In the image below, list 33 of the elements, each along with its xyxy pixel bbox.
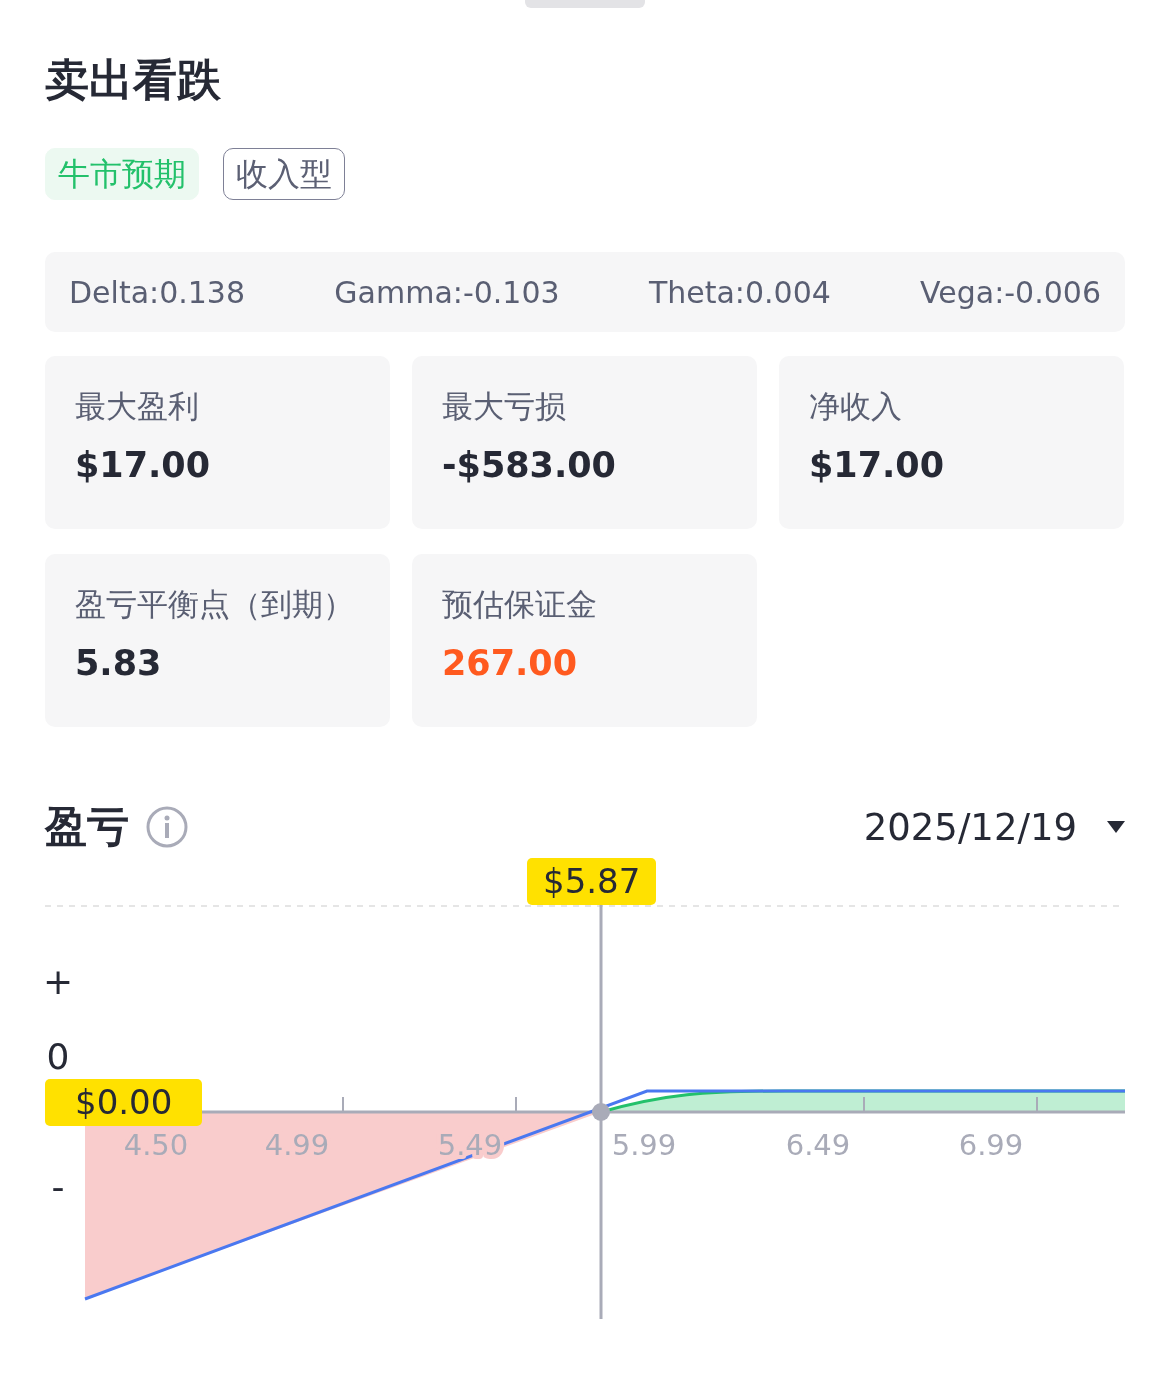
- price-marker: $5.87: [527, 858, 657, 905]
- stat-label: 盈亏平衡点（到期）: [75, 585, 355, 624]
- greek-value: Theta:0.004: [648, 274, 831, 310]
- stat-label: 最大盈利: [75, 387, 200, 426]
- stat-value: 5.83: [75, 642, 163, 685]
- axis-tick-label: 6.99: [958, 1128, 1024, 1162]
- tag: 收入型: [223, 148, 345, 200]
- axis-tick-label: 4.99: [264, 1128, 330, 1162]
- axis-tick-label: 4.50: [123, 1128, 189, 1162]
- axis-tick-label: 5.49: [437, 1128, 503, 1162]
- stat-value: $17.00: [809, 444, 946, 487]
- stat-value: 267.00: [442, 642, 579, 685]
- greek-value: Gamma:-0.103: [334, 274, 560, 310]
- section-title: 盈亏: [45, 801, 129, 853]
- tag: 牛市预期: [45, 148, 199, 200]
- stat-value: $17.00: [75, 444, 212, 487]
- axis-label: +: [45, 961, 74, 1002]
- axis-tick-label: 6.49: [785, 1128, 851, 1162]
- date-dropdown[interactable]: 2025/12/19: [863, 805, 1125, 849]
- value-marker: $0.00: [45, 1079, 203, 1126]
- drag-handle[interactable]: [525, 0, 645, 8]
- axis-tick-label: 5.99: [611, 1128, 677, 1162]
- stat-value: -$583.00: [442, 444, 617, 487]
- strategy-title: 卖出看跌: [45, 54, 222, 106]
- greek-value: Vega:-0.006: [920, 274, 1101, 310]
- axis-label: -: [51, 1166, 65, 1207]
- stat-label: 最大亏损: [442, 387, 567, 426]
- stat-label: 净收入: [809, 387, 903, 426]
- stat-label: 预估保证金: [442, 585, 598, 624]
- axis-label: 0: [46, 1036, 70, 1077]
- greek-value: Delta:0.138: [69, 274, 246, 310]
- info-icon[interactable]: [145, 805, 189, 849]
- caret-icon: [1107, 821, 1125, 833]
